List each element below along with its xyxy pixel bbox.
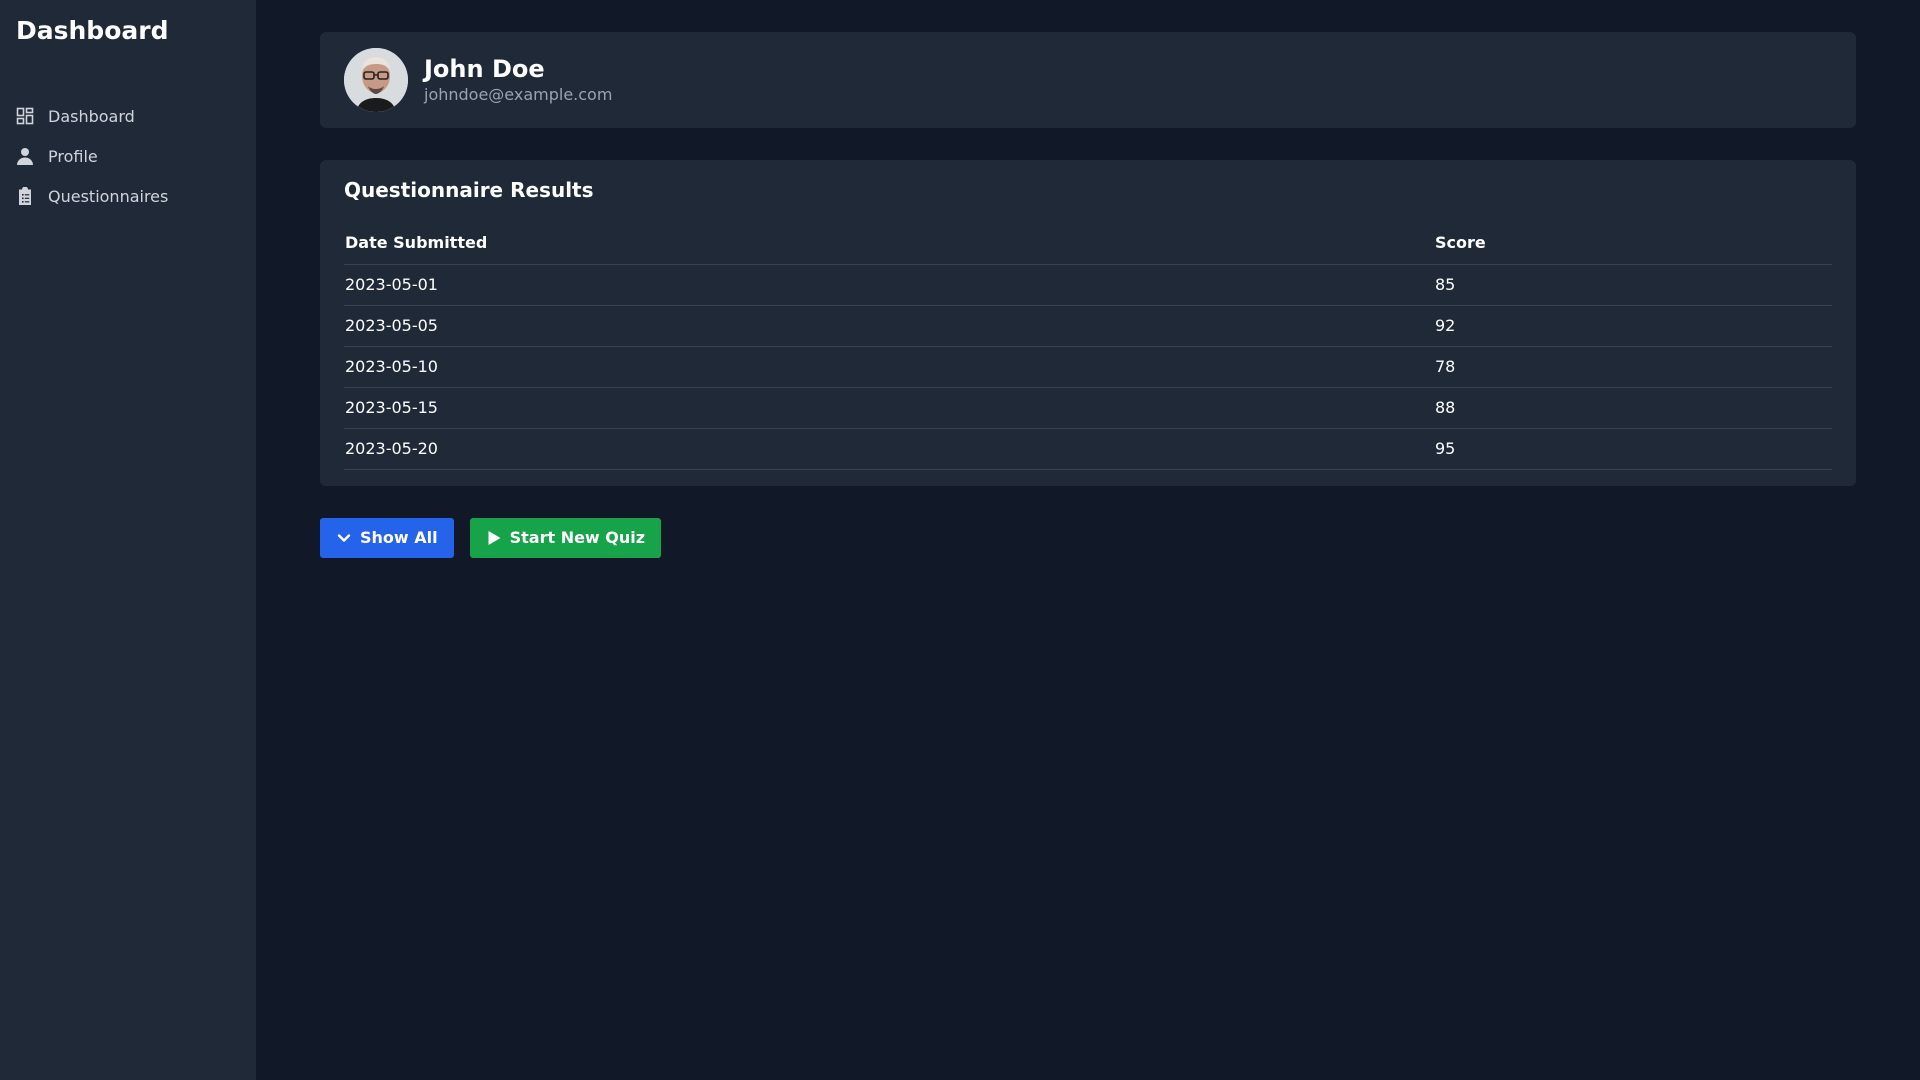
sidebar: Dashboard Dashboard Profile Questionnair… xyxy=(0,0,256,1080)
table-row: 2023-05-01 85 xyxy=(344,264,1832,306)
profile-card: John Doe johndoe@example.com xyxy=(320,32,1856,128)
column-header-date: Date Submitted xyxy=(344,222,1434,265)
sidebar-item-label: Profile xyxy=(48,146,98,166)
score-cell: 92 xyxy=(1434,305,1832,347)
date-cell: 2023-05-15 xyxy=(344,387,1434,429)
results-card: Questionnaire Results Date Submitted Sco… xyxy=(320,160,1856,486)
score-cell: 78 xyxy=(1434,346,1832,388)
table-row: 2023-05-05 92 xyxy=(344,305,1832,347)
score-cell: 95 xyxy=(1434,428,1832,470)
sidebar-item-label: Dashboard xyxy=(48,106,135,126)
sidebar-item-label: Questionnaires xyxy=(48,186,169,206)
sidebar-item-dashboard[interactable]: Dashboard xyxy=(16,96,240,136)
show-all-label: Show All xyxy=(360,528,438,547)
avatar xyxy=(344,48,408,112)
profile-info: John Doe johndoe@example.com xyxy=(424,54,612,106)
start-new-quiz-button[interactable]: Start New Quiz xyxy=(469,517,662,558)
results-title: Questionnaire Results xyxy=(344,178,594,202)
main-content: John Doe johndoe@example.com Questionnai… xyxy=(320,32,1856,558)
user-icon xyxy=(16,147,34,165)
column-header-score: Score xyxy=(1434,222,1832,265)
date-cell: 2023-05-20 xyxy=(344,428,1434,470)
table-header-row: Date Submitted Score xyxy=(344,222,1832,265)
profile-name: John Doe xyxy=(424,55,545,83)
sidebar-nav: Dashboard Profile Questionnaires xyxy=(16,96,240,216)
table-row: 2023-05-15 88 xyxy=(344,387,1832,429)
grid-icon xyxy=(16,107,34,125)
play-icon xyxy=(486,530,502,546)
date-cell: 2023-05-01 xyxy=(344,264,1434,306)
sidebar-title: Dashboard xyxy=(16,16,169,45)
actions-bar: Show All Start New Quiz xyxy=(320,517,1856,558)
results-table: Date Submitted Score 2023-05-01 85 2023-… xyxy=(344,222,1832,470)
score-cell: 85 xyxy=(1434,264,1832,306)
start-new-quiz-label: Start New Quiz xyxy=(509,528,646,547)
sidebar-item-questionnaires[interactable]: Questionnaires xyxy=(16,176,240,216)
show-all-button[interactable]: Show All xyxy=(320,517,454,558)
table-row: 2023-05-20 95 xyxy=(344,428,1832,470)
date-cell: 2023-05-05 xyxy=(344,305,1434,347)
score-cell: 88 xyxy=(1434,387,1832,429)
sidebar-item-profile[interactable]: Profile xyxy=(16,136,240,176)
table-row: 2023-05-10 78 xyxy=(344,346,1832,388)
chevron-down-icon xyxy=(336,530,352,546)
clipboard-icon xyxy=(16,187,34,205)
profile-email: johndoe@example.com xyxy=(424,85,613,104)
date-cell: 2023-05-10 xyxy=(344,346,1434,388)
